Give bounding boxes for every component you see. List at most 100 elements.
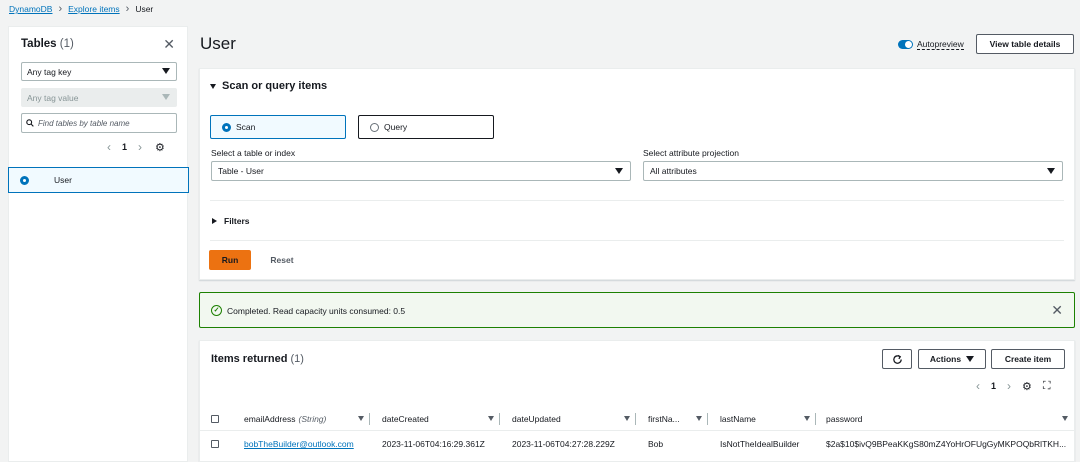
table-radio[interactable] <box>20 175 29 185</box>
column-name: emailAddress <box>244 414 296 424</box>
success-check-icon: ✓ <box>211 305 222 316</box>
cell-password: $2a$10$ivQ9BPeaKKgS80mZ4YoHrOFUgGyMKPOQb… <box>826 439 1067 449</box>
divider <box>210 200 1064 201</box>
breadcrumb-current: User <box>135 4 154 14</box>
column-header-emailaddress[interactable]: emailAddress (String) <box>234 407 370 431</box>
chevron-left-icon[interactable]: ‹ <box>107 140 111 154</box>
table-row: bobTheBuilder@outlook.com 2023-11-06T04:… <box>200 432 1076 456</box>
attribute-projection-value: All attributes <box>650 166 697 176</box>
table-search-input[interactable] <box>38 118 168 128</box>
query-radio[interactable] <box>370 122 379 132</box>
attribute-projection-select[interactable]: All attributes <box>643 161 1063 181</box>
chevron-left-icon[interactable]: ‹ <box>976 379 980 393</box>
column-divider <box>369 413 370 425</box>
scan-query-panel: Scan or query items Scan Query Select a … <box>199 68 1075 280</box>
caret-down-icon <box>966 356 975 362</box>
table-header-row: emailAddress (String) dateCreated dateUp… <box>200 407 1076 431</box>
sort-caret-icon <box>358 416 364 421</box>
cell-firstname: Bob <box>648 439 664 449</box>
row-checkbox[interactable] <box>211 440 219 448</box>
column-type: (String) <box>298 414 327 424</box>
column-header-lastname[interactable]: lastName <box>710 407 816 431</box>
sort-caret-icon <box>1062 416 1068 421</box>
chevron-right-icon: › <box>125 2 130 15</box>
tables-pagination: ‹ 1 › ⚙ <box>107 140 165 154</box>
tag-value-value: Any tag value <box>27 92 79 103</box>
cell-lastname: IsNotTheIdealBuilder <box>720 439 800 449</box>
tag-key-value: Any tag key <box>27 66 72 77</box>
tag-value-select: Any tag value <box>21 88 177 107</box>
refresh-icon <box>892 354 902 364</box>
column-name: dateUpdated <box>512 414 561 424</box>
items-heading: Items returned (1) <box>211 353 304 365</box>
column-divider <box>499 413 500 425</box>
scan-option[interactable]: Scan <box>210 115 346 139</box>
tables-title: Tables <box>21 38 57 50</box>
search-icon <box>26 119 34 127</box>
select-all-checkbox[interactable] <box>211 415 219 423</box>
items-panel: Items returned (1) Actions Create item ‹… <box>199 340 1076 462</box>
sort-caret-icon <box>696 416 702 421</box>
cell-dateupdated: 2023-11-06T04:27:28.229Z <box>512 439 615 449</box>
sort-caret-icon <box>804 416 810 421</box>
reset-button[interactable]: Reset <box>262 250 302 270</box>
column-header-datecreated[interactable]: dateCreated <box>372 407 500 431</box>
chevron-right-icon: › <box>58 2 63 15</box>
column-header-dateupdated[interactable]: dateUpdated <box>502 407 636 431</box>
toggle-switch[interactable] <box>898 40 913 49</box>
scan-radio[interactable] <box>222 122 231 132</box>
table-select-label: Select a table or index <box>211 148 296 158</box>
tables-count: (1) <box>59 38 74 50</box>
view-table-details-button[interactable]: View table details <box>976 34 1074 54</box>
scan-query-heading: Scan or query items <box>222 80 328 92</box>
column-name: password <box>826 414 863 424</box>
run-button[interactable]: Run <box>209 250 251 270</box>
items-count: (1) <box>290 353 304 365</box>
caret-right-icon <box>212 218 217 224</box>
column-divider <box>707 413 708 425</box>
gear-icon[interactable]: ⚙ <box>1022 380 1032 393</box>
table-index-value: Table - User <box>218 166 264 176</box>
close-icon[interactable]: ✕ <box>163 37 175 51</box>
table-search[interactable] <box>21 113 177 133</box>
refresh-button[interactable] <box>882 349 912 369</box>
row-select-cell <box>211 432 231 456</box>
filters-expander[interactable]: Filters <box>212 216 250 226</box>
create-item-button[interactable]: Create item <box>991 349 1065 369</box>
actions-button[interactable]: Actions <box>918 349 986 369</box>
caret-down-icon <box>162 68 170 74</box>
caret-down-icon <box>210 83 216 89</box>
status-message: Completed. Read capacity units consumed:… <box>227 306 406 316</box>
breadcrumb: DynamoDB › Explore items › User <box>9 3 153 15</box>
tables-page-number[interactable]: 1 <box>122 142 127 152</box>
items-pagination: ‹ 1 › ⚙ ⛶ <box>976 379 1051 393</box>
column-header-password[interactable]: password <box>816 407 1074 431</box>
items-page-number[interactable]: 1 <box>991 381 996 391</box>
breadcrumb-explore-items[interactable]: Explore items <box>68 4 120 14</box>
close-icon[interactable]: ✕ <box>1051 303 1063 317</box>
autopreview-toggle[interactable]: Autopreview <box>898 39 964 50</box>
fullscreen-icon[interactable]: ⛶ <box>1043 380 1051 393</box>
column-name: firstNa... <box>648 414 680 424</box>
items-title: Items returned <box>211 353 288 365</box>
table-row-user[interactable]: User <box>8 167 189 193</box>
divider <box>210 240 1064 241</box>
actions-label: Actions <box>929 354 962 364</box>
cell-emailaddress: bobTheBuilder@outlook.com <box>234 432 370 456</box>
autopreview-label: Autopreview <box>917 39 964 50</box>
column-name: dateCreated <box>382 414 429 424</box>
tag-key-select[interactable]: Any tag key <box>21 62 177 81</box>
table-index-select[interactable]: Table - User <box>211 161 631 181</box>
chevron-right-icon[interactable]: › <box>138 140 142 154</box>
chevron-right-icon[interactable]: › <box>1007 379 1011 393</box>
column-name: lastName <box>720 414 756 424</box>
item-link[interactable]: bobTheBuilder@outlook.com <box>244 439 354 449</box>
scan-query-header[interactable]: Scan or query items <box>210 80 327 92</box>
query-option[interactable]: Query <box>358 115 494 139</box>
sort-caret-icon <box>624 416 630 421</box>
gear-icon[interactable]: ⚙ <box>155 141 165 154</box>
select-all-cell <box>211 407 231 431</box>
table-name: User <box>54 175 72 185</box>
column-header-firstname[interactable]: firstNa... <box>638 407 708 431</box>
breadcrumb-dynamodb[interactable]: DynamoDB <box>9 4 52 14</box>
